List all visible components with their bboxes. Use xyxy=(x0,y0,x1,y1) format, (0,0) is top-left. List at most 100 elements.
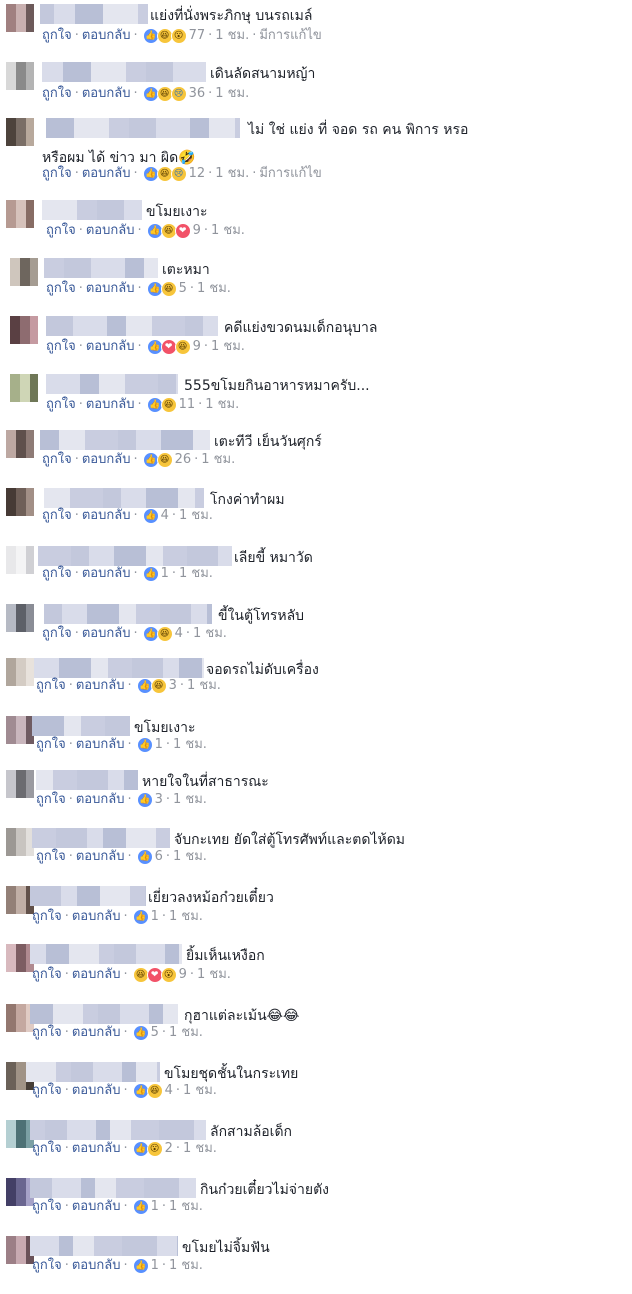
avatar[interactable] xyxy=(6,716,34,744)
reactions-summary[interactable]: 👍 😆 xyxy=(136,678,167,694)
like-link[interactable]: ถูกใจ xyxy=(36,849,66,865)
reactions-summary[interactable]: 👍 😆 😢 xyxy=(142,86,187,102)
reactions-summary[interactable]: 👍 xyxy=(132,1258,149,1274)
timestamp[interactable]: 1 ชม. xyxy=(183,1141,217,1157)
reactions-summary[interactable]: 👍 😆 xyxy=(142,452,173,468)
timestamp[interactable]: 1 ชม. xyxy=(173,737,207,753)
reply-link[interactable]: ตอบกลับ xyxy=(76,737,125,753)
author-name-redacted[interactable] xyxy=(44,258,158,278)
reply-link[interactable]: ตอบกลับ xyxy=(82,452,131,468)
like-link[interactable]: ถูกใจ xyxy=(32,1083,62,1099)
avatar[interactable] xyxy=(6,658,34,686)
reply-link[interactable]: ตอบกลับ xyxy=(76,792,125,808)
reactions-summary[interactable]: 👍 ❤ 😆 xyxy=(146,339,191,355)
author-name-redacted[interactable] xyxy=(30,1178,196,1198)
author-name-redacted[interactable] xyxy=(44,604,212,624)
author-name-redacted[interactable] xyxy=(38,546,232,566)
reply-link[interactable]: ตอบกลับ xyxy=(82,626,131,642)
author-name-redacted[interactable] xyxy=(44,488,204,508)
like-link[interactable]: ถูกใจ xyxy=(42,28,72,44)
author-name-redacted[interactable] xyxy=(32,828,170,848)
like-link[interactable]: ถูกใจ xyxy=(36,792,66,808)
timestamp[interactable]: 1 ชม. xyxy=(187,678,221,694)
like-link[interactable]: ถูกใจ xyxy=(46,281,76,297)
like-link[interactable]: ถูกใจ xyxy=(32,1258,62,1274)
avatar[interactable] xyxy=(10,374,38,402)
author-name-redacted[interactable] xyxy=(40,430,210,450)
timestamp[interactable]: 1 ชม. xyxy=(215,86,249,102)
avatar[interactable] xyxy=(6,770,34,798)
reply-link[interactable]: ตอบกลับ xyxy=(82,566,131,582)
like-link[interactable]: ถูกใจ xyxy=(42,626,72,642)
reply-link[interactable]: ตอบกลับ xyxy=(82,86,131,102)
reply-link[interactable]: ตอบกลับ xyxy=(72,909,121,925)
author-name-redacted[interactable] xyxy=(46,374,178,394)
author-name-redacted[interactable] xyxy=(32,716,130,736)
like-link[interactable]: ถูกใจ xyxy=(32,1025,62,1041)
avatar[interactable] xyxy=(10,316,38,344)
reactions-summary[interactable]: 👍 xyxy=(132,1199,149,1215)
reactions-summary[interactable]: 👍 xyxy=(142,566,159,582)
timestamp[interactable]: 1 ชม. xyxy=(169,1025,203,1041)
timestamp[interactable]: 1 ชม. xyxy=(169,1199,203,1215)
reply-link[interactable]: ตอบกลับ xyxy=(72,1258,121,1274)
timestamp[interactable]: 1 ชม. xyxy=(201,452,235,468)
like-link[interactable]: ถูกใจ xyxy=(42,86,72,102)
author-name-redacted[interactable] xyxy=(40,4,148,24)
reply-link[interactable]: ตอบกลับ xyxy=(82,166,131,182)
avatar[interactable] xyxy=(6,4,34,32)
like-link[interactable]: ถูกใจ xyxy=(42,452,72,468)
edited-label[interactable]: มีการแก้ไข xyxy=(259,166,321,182)
like-link[interactable]: ถูกใจ xyxy=(32,909,62,925)
author-name-redacted[interactable] xyxy=(30,1004,178,1024)
timestamp[interactable]: 1 ชม. xyxy=(211,223,245,239)
timestamp[interactable]: 1 ชม. xyxy=(211,339,245,355)
author-name-redacted[interactable] xyxy=(30,1120,206,1140)
avatar[interactable] xyxy=(6,828,34,856)
author-name-redacted[interactable] xyxy=(42,62,206,82)
reactions-summary[interactable]: 👍 😆 ❤ xyxy=(146,223,191,239)
timestamp[interactable]: 1 ชม. xyxy=(179,566,213,582)
like-link[interactable]: ถูกใจ xyxy=(46,339,76,355)
avatar[interactable] xyxy=(6,546,34,574)
author-name-redacted[interactable] xyxy=(30,886,146,906)
avatar[interactable] xyxy=(6,118,34,146)
reply-link[interactable]: ตอบกลับ xyxy=(72,1141,121,1157)
timestamp[interactable]: 1 ชม. xyxy=(179,508,213,524)
avatar[interactable] xyxy=(10,258,38,286)
avatar[interactable] xyxy=(6,604,34,632)
timestamp[interactable]: 1 ชม. xyxy=(205,397,239,413)
timestamp[interactable]: 1 ชม. xyxy=(197,281,231,297)
like-link[interactable]: ถูกใจ xyxy=(42,508,72,524)
timestamp[interactable]: 1 ชม. xyxy=(215,166,249,182)
timestamp[interactable]: 1 ชม. xyxy=(183,1083,217,1099)
reply-link[interactable]: ตอบกลับ xyxy=(72,1025,121,1041)
avatar[interactable] xyxy=(6,62,34,90)
author-name-redacted[interactable] xyxy=(42,200,142,220)
reply-link[interactable]: ตอบกลับ xyxy=(72,1199,121,1215)
timestamp[interactable]: 1 ชม. xyxy=(169,1258,203,1274)
reactions-summary[interactable]: 👍 xyxy=(132,1025,149,1041)
reply-link[interactable]: ตอบกลับ xyxy=(82,28,131,44)
timestamp[interactable]: 1 ชม. xyxy=(173,849,207,865)
reply-link[interactable]: ตอบกลับ xyxy=(72,967,121,983)
like-link[interactable]: ถูกใจ xyxy=(42,166,72,182)
like-link[interactable]: ถูกใจ xyxy=(36,737,66,753)
like-link[interactable]: ถูกใจ xyxy=(32,1199,62,1215)
reply-link[interactable]: ตอบกลับ xyxy=(76,849,125,865)
reply-link[interactable]: ตอบกลับ xyxy=(72,1083,121,1099)
author-name-redacted[interactable] xyxy=(46,316,218,336)
reactions-summary[interactable]: 👍 xyxy=(136,849,153,865)
like-link[interactable]: ถูกใจ xyxy=(42,566,72,582)
reply-link[interactable]: ตอบกลับ xyxy=(86,339,135,355)
reactions-summary[interactable]: 👍 xyxy=(142,508,159,524)
reactions-summary[interactable]: 👍 xyxy=(136,792,153,808)
author-name-redacted[interactable] xyxy=(46,118,240,138)
edited-label[interactable]: มีการแก้ไข xyxy=(259,28,321,44)
avatar[interactable] xyxy=(6,200,34,228)
author-name-redacted[interactable] xyxy=(36,770,138,790)
reactions-summary[interactable]: 👍 😆 xyxy=(132,1083,163,1099)
reactions-summary[interactable]: 👍 😆 😢 xyxy=(142,166,187,182)
reactions-summary[interactable]: 👍 😆 xyxy=(146,281,177,297)
like-link[interactable]: ถูกใจ xyxy=(46,223,76,239)
